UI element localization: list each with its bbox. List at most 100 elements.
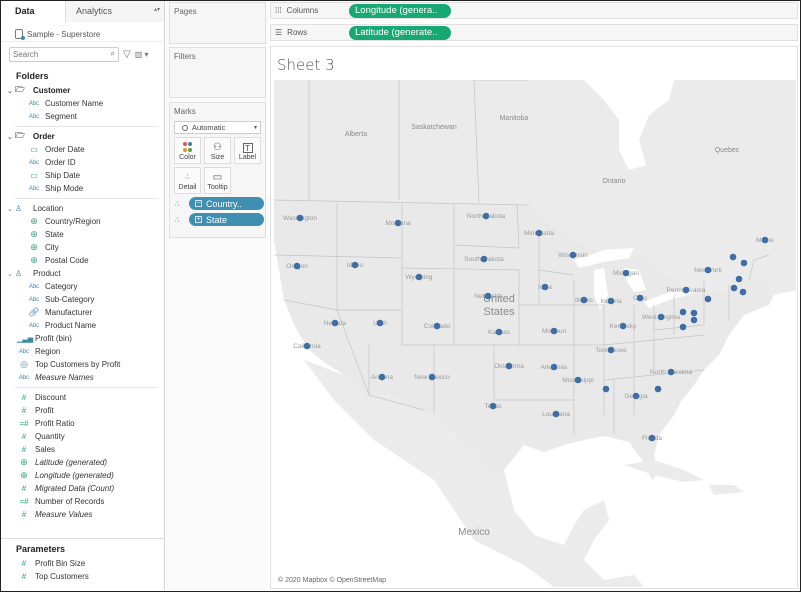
- map-canvas[interactable]: Alberta Saskatchewan Manitoba Ontario Quebec…: [274, 80, 796, 587]
- field-item[interactable]: =# Profit Ratio: [1, 417, 164, 430]
- field-item[interactable]: # Profit: [1, 404, 164, 417]
- hierarchy-location[interactable]: ⌄ ♙ Location: [1, 202, 164, 215]
- state-mark-indiana[interactable]: [607, 297, 615, 305]
- field-item[interactable]: 🔗︎ Manufacturer: [1, 306, 164, 319]
- state-mark-florida[interactable]: [648, 434, 656, 442]
- field-item[interactable]: ⊕ City: [1, 241, 164, 254]
- state-mark-arkansas[interactable]: [550, 363, 558, 371]
- latitude-pill[interactable]: Latitude (generate..: [349, 25, 451, 40]
- state-mark-washington[interactable]: [296, 214, 304, 222]
- state-mark-utah[interactable]: [376, 319, 384, 327]
- state-mark-district-of-columbia[interactable]: [679, 308, 687, 316]
- state-mark-ohio[interactable]: [636, 294, 644, 302]
- field-item[interactable]: Abc Region: [1, 345, 164, 358]
- state-mark-new-hampshire[interactable]: [740, 259, 748, 267]
- field-item[interactable]: =# Number of Records: [1, 495, 164, 508]
- tab-data[interactable]: Data: [1, 1, 65, 22]
- field-item[interactable]: ⊕ Latitude (generated): [1, 456, 164, 469]
- field-item[interactable]: ▁▃▅ Profit (bin): [1, 332, 164, 345]
- state-mark-south-dakota[interactable]: [480, 255, 488, 263]
- field-item[interactable]: ⊕ Country/Region: [1, 215, 164, 228]
- mark-type-dropdown[interactable]: Automatic ▾: [174, 121, 261, 134]
- rows-shelf[interactable]: ☰ Rows Latitude (generate..: [270, 24, 798, 41]
- state-mark-delaware[interactable]: [690, 316, 698, 324]
- state-mark-virginia[interactable]: [679, 323, 687, 331]
- state-mark-nebraska[interactable]: [484, 292, 492, 300]
- state-mark-nevada[interactable]: [331, 319, 339, 327]
- longitude-pill[interactable]: Longitude (genera..: [349, 3, 451, 18]
- folder-customer[interactable]: ⌄ 🗁 Customer: [1, 84, 164, 97]
- field-item[interactable]: Abc Segment: [1, 110, 164, 123]
- chevron-down-icon[interactable]: ⌄: [7, 270, 15, 278]
- state-mark-idaho[interactable]: [351, 261, 359, 269]
- label-button[interactable]: T Label: [234, 137, 261, 164]
- state-mark-kentucky[interactable]: [619, 322, 627, 330]
- state-mark-arizona[interactable]: [378, 373, 386, 381]
- state-mark-wyoming[interactable]: [415, 273, 423, 281]
- field-item[interactable]: # Migrated Data (Count): [1, 482, 164, 495]
- expand-icon[interactable]: +: [195, 216, 202, 223]
- pages-card[interactable]: Pages: [169, 2, 266, 44]
- state-mark-texas[interactable]: [489, 402, 497, 410]
- state-mark-mississippi[interactable]: [574, 376, 582, 384]
- search-icon[interactable]: ⌕: [111, 49, 115, 59]
- state-mark-michigan[interactable]: [622, 269, 630, 277]
- chevron-down-icon[interactable]: ⌄: [7, 133, 15, 141]
- state-mark-tennessee[interactable]: [607, 346, 615, 354]
- state-mark-montana[interactable]: [394, 219, 402, 227]
- sheet-title[interactable]: Sheet 3: [271, 47, 797, 78]
- field-item[interactable]: # Discount: [1, 391, 164, 404]
- color-button[interactable]: Color: [174, 137, 201, 164]
- field-item[interactable]: # Quantity: [1, 430, 164, 443]
- columns-shelf[interactable]: ⁞⁞⁞ Columns Longitude (genera..: [270, 2, 798, 19]
- tooltip-button[interactable]: ▭ Tooltip: [204, 167, 231, 194]
- state-mark-west-virginia[interactable]: [657, 313, 665, 321]
- pane-collapse-icon[interactable]: ▴▾: [154, 6, 160, 13]
- state-mark-california[interactable]: [303, 342, 311, 350]
- field-item[interactable]: # Measure Values: [1, 508, 164, 521]
- state-mark-connecticut[interactable]: [730, 284, 738, 292]
- state-mark-illinois[interactable]: [580, 296, 588, 304]
- state-mark-south-carolina[interactable]: [654, 385, 662, 393]
- size-button[interactable]: ⚇ Size: [204, 137, 231, 164]
- state-mark-maine[interactable]: [761, 236, 769, 244]
- field-item[interactable]: Abc Product Name: [1, 319, 164, 332]
- state-mark-massachusetts[interactable]: [735, 275, 743, 283]
- state-mark-vermont[interactable]: [729, 253, 737, 261]
- country-pill[interactable]: − Country..: [189, 197, 264, 210]
- field-item[interactable]: Abc Measure Names: [1, 371, 164, 384]
- field-item[interactable]: Abc Order ID: [1, 156, 164, 169]
- state-pill[interactable]: + State: [189, 213, 264, 226]
- state-mark-new-jersey[interactable]: [704, 295, 712, 303]
- state-mark-colorado[interactable]: [433, 322, 441, 330]
- datasource-item[interactable]: Sample - Superstore: [1, 22, 164, 42]
- state-mark-louisiana[interactable]: [552, 410, 560, 418]
- field-item[interactable]: # Sales: [1, 443, 164, 456]
- parameter-item[interactable]: # Top Customers: [1, 570, 165, 583]
- state-mark-georgia[interactable]: [632, 392, 640, 400]
- state-mark-kansas[interactable]: [495, 328, 503, 336]
- field-item[interactable]: Abc Ship Mode: [1, 182, 164, 195]
- state-mark-new-york[interactable]: [704, 266, 712, 274]
- view-options-icon[interactable]: ▥ ▾: [135, 50, 149, 59]
- chevron-down-icon[interactable]: ⌄: [7, 87, 15, 95]
- state-mark-alabama[interactable]: [602, 385, 610, 393]
- state-mark-wisconsin[interactable]: [569, 251, 577, 259]
- collapse-icon[interactable]: −: [195, 200, 202, 207]
- hierarchy-product[interactable]: ⌄ ♙ Product: [1, 267, 164, 280]
- chevron-down-icon[interactable]: ⌄: [7, 205, 15, 213]
- field-item[interactable]: Abc Category: [1, 280, 164, 293]
- parameter-item[interactable]: # Profit Bin Size: [1, 557, 165, 570]
- state-mark-north-carolina[interactable]: [667, 368, 675, 376]
- field-item[interactable]: ⊕ State: [1, 228, 164, 241]
- filter-icon[interactable]: ▽: [123, 49, 131, 60]
- state-mark-north-dakota[interactable]: [482, 212, 490, 220]
- state-mark-maryland[interactable]: [690, 309, 698, 317]
- map-view[interactable]: Alberta Saskatchewan Manitoba Ontario Quebec…: [274, 80, 796, 587]
- state-mark-new-mexico[interactable]: [428, 373, 436, 381]
- folder-order[interactable]: ⌄ 🗁 Order: [1, 130, 164, 143]
- state-mark-missouri[interactable]: [550, 327, 558, 335]
- state-mark-pennsylvania[interactable]: [682, 286, 690, 294]
- state-mark-oklahoma[interactable]: [505, 362, 513, 370]
- field-item[interactable]: ⊕ Longitude (generated): [1, 469, 164, 482]
